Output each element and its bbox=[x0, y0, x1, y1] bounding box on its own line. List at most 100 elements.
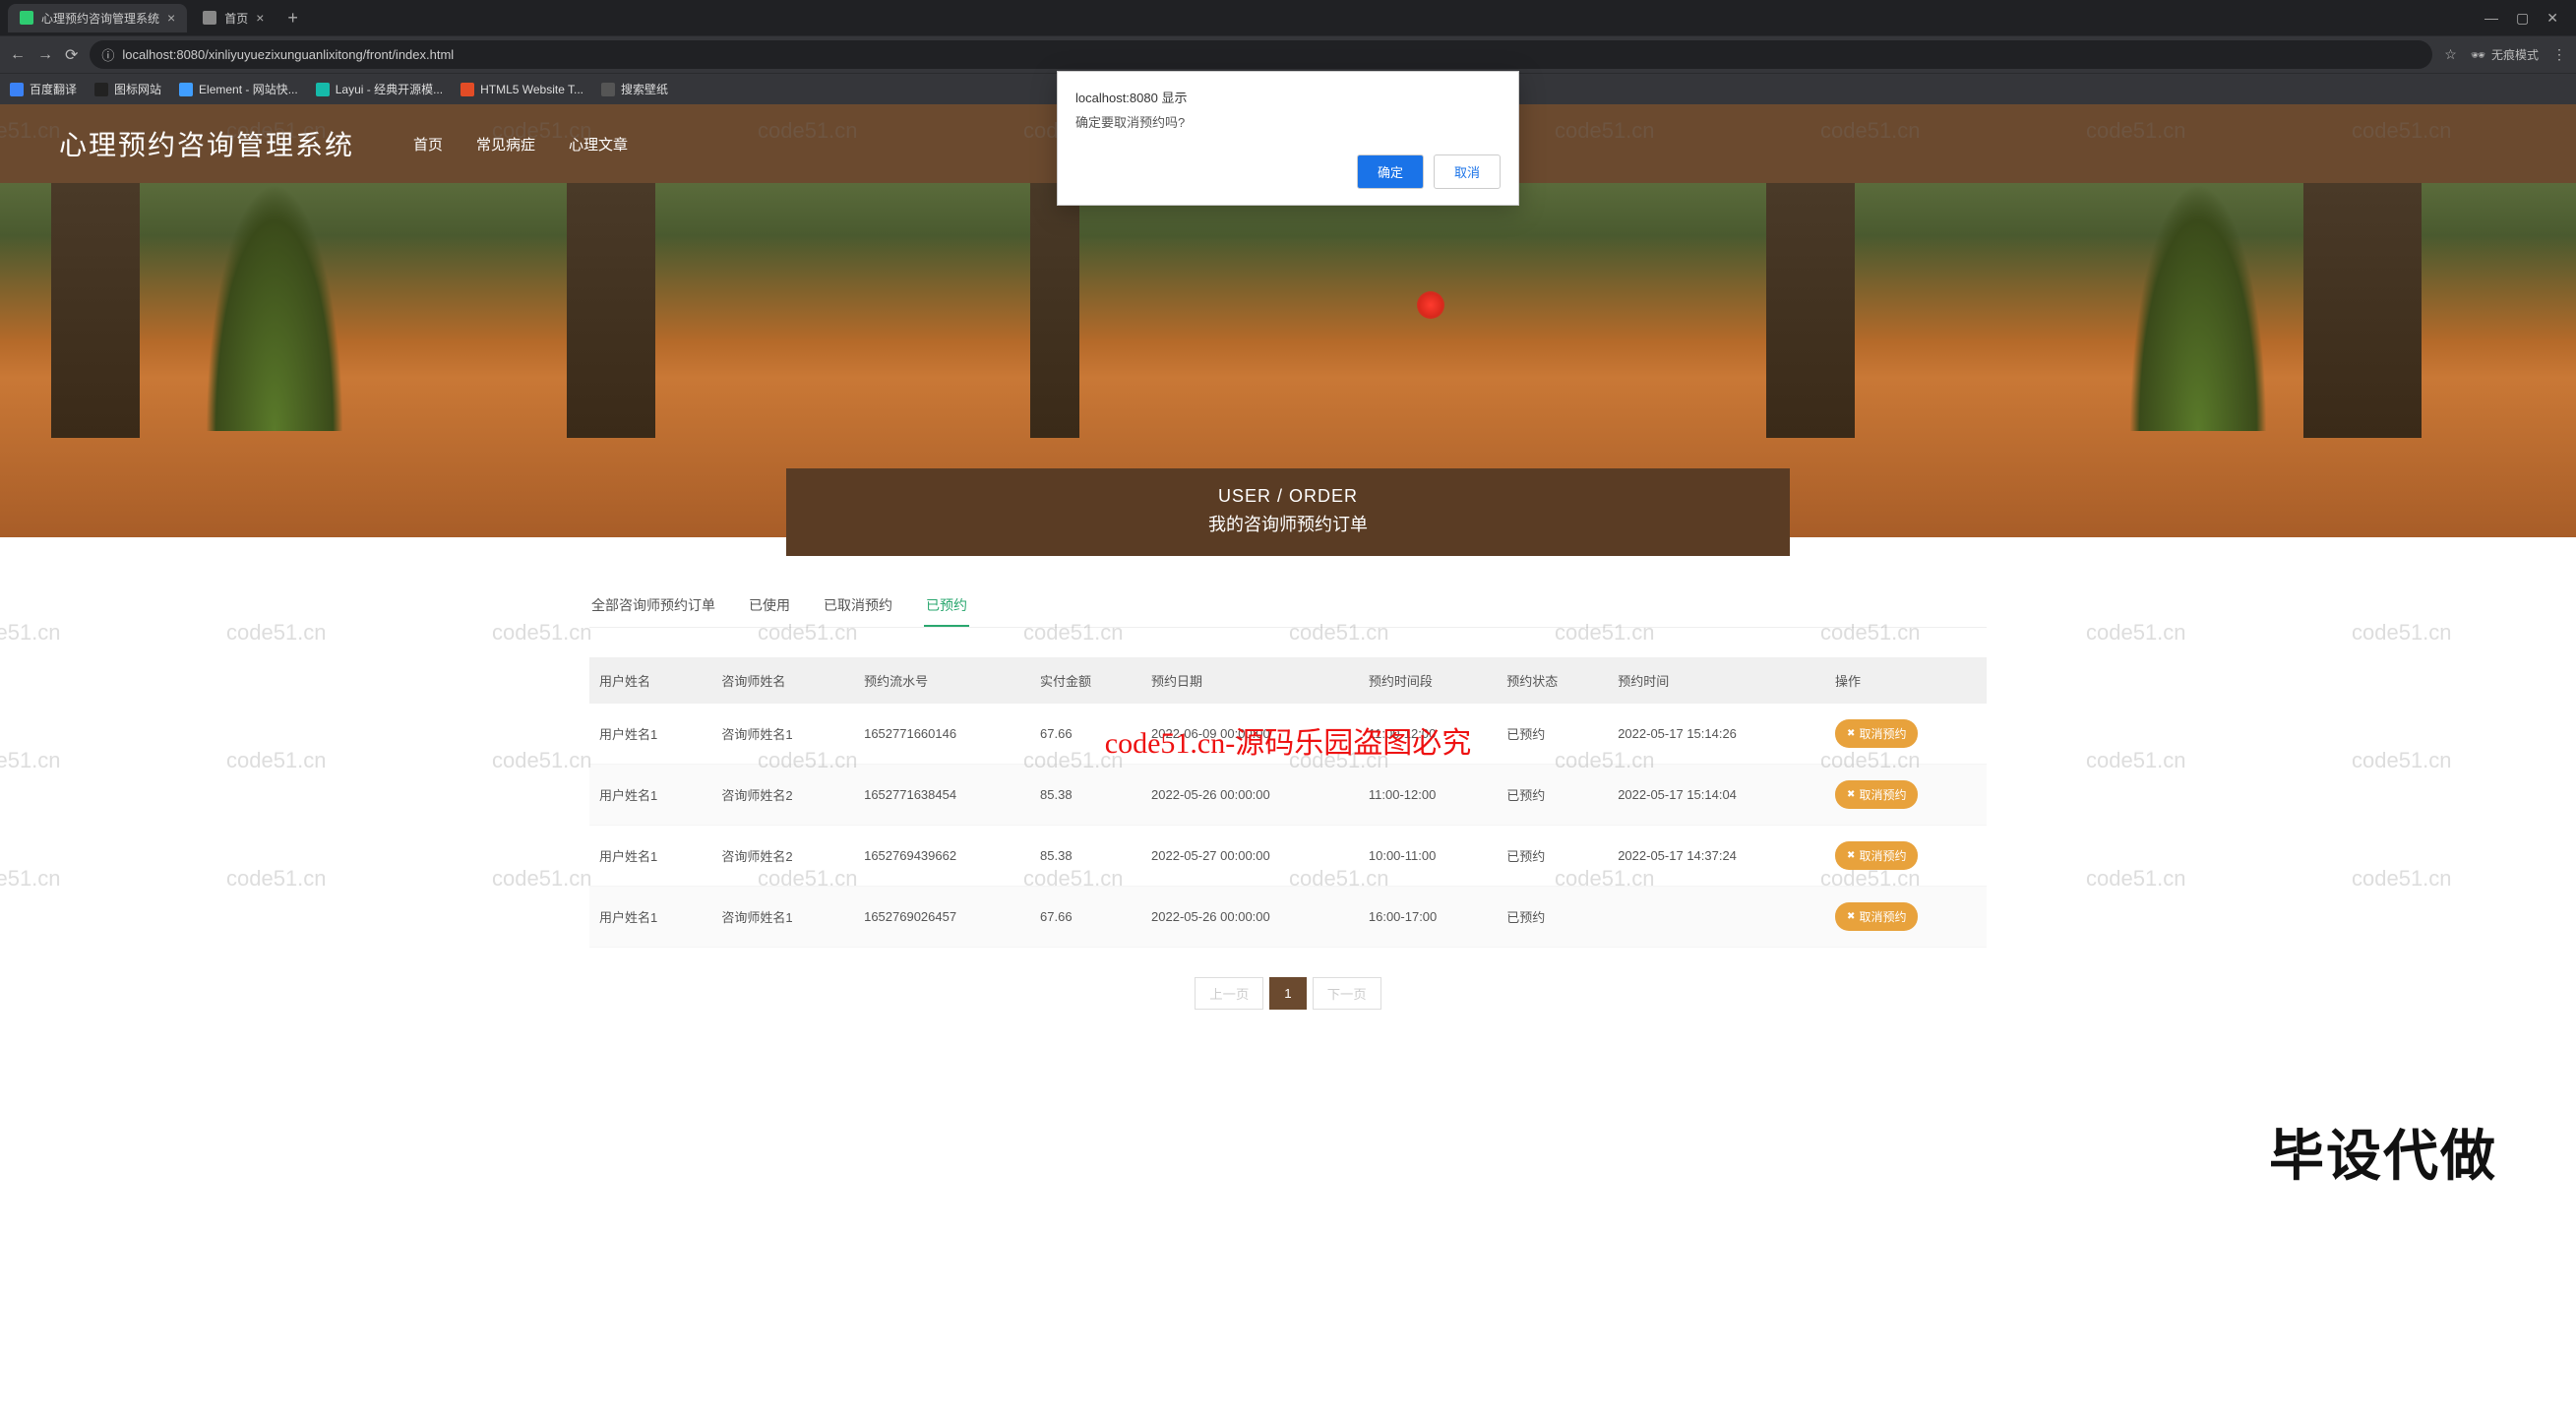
table-cell: 1652769026457 bbox=[854, 887, 1030, 948]
back-button[interactable]: ← bbox=[10, 46, 26, 64]
tab-title: 心理预约咨询管理系统 bbox=[41, 10, 159, 27]
url-field[interactable]: ⓘ localhost:8080/xinliyuyuezixunguanlixi… bbox=[90, 40, 2432, 69]
order-tab[interactable]: 已取消预约 bbox=[822, 585, 894, 627]
bookmark-item[interactable]: Layui - 经典开源模... bbox=[316, 81, 443, 97]
table-cell: 2022-05-17 15:14:26 bbox=[1608, 704, 1825, 765]
table-cell-action: 取消预约 bbox=[1825, 826, 1987, 887]
bookmark-label: Element - 网站快... bbox=[199, 81, 298, 97]
table-cell: 10:00-11:00 bbox=[1359, 826, 1497, 887]
new-tab-button[interactable]: + bbox=[279, 8, 306, 29]
window-close-icon[interactable]: ✕ bbox=[2546, 10, 2558, 27]
column-header: 预约时间 bbox=[1608, 657, 1825, 704]
column-header: 咨询师姓名 bbox=[711, 657, 854, 704]
table-cell: 用户姓名1 bbox=[589, 765, 711, 826]
table-cell: 用户姓名1 bbox=[589, 826, 711, 887]
tab-strip: 心理预约咨询管理系统 × 首页 × + — ▢ ✕ bbox=[0, 0, 2576, 35]
bookmark-item[interactable]: HTML5 Website T... bbox=[460, 83, 583, 96]
table-cell-action: 取消预约 bbox=[1825, 704, 1987, 765]
bookmark-item[interactable]: 百度翻译 bbox=[10, 81, 77, 97]
table-cell: 2022-05-17 14:37:24 bbox=[1608, 826, 1825, 887]
dialog-message: 确定要取消预约吗? bbox=[1075, 112, 1501, 131]
window-maximize-icon[interactable]: ▢ bbox=[2516, 10, 2529, 27]
table-cell: 2022-06-09 00:00:00 bbox=[1141, 704, 1359, 765]
forward-button[interactable]: → bbox=[37, 46, 53, 64]
table-row: 用户姓名1咨询师姓名1165276902645767.662022-05-26 … bbox=[589, 887, 1987, 948]
table-cell: 2022-05-17 15:14:04 bbox=[1608, 765, 1825, 826]
nav-links: 首页 常见病症 心理文章 bbox=[413, 134, 628, 154]
table-cell: 咨询师姓名1 bbox=[711, 704, 854, 765]
pagination: 上一页 1 下一页 bbox=[0, 977, 2576, 1010]
page-1-button[interactable]: 1 bbox=[1269, 977, 1306, 1010]
table-cell: 已预约 bbox=[1497, 704, 1608, 765]
table-cell: 85.38 bbox=[1030, 765, 1141, 826]
column-header: 操作 bbox=[1825, 657, 1987, 704]
nav-link[interactable]: 常见病症 bbox=[476, 134, 535, 154]
order-tabs-wrap: 全部咨询师预约订单已使用已取消预约已预约 bbox=[589, 585, 1987, 628]
url-text: localhost:8080/xinliyuyuezixunguanlixito… bbox=[122, 47, 454, 62]
dialog-host: localhost:8080 显示 bbox=[1075, 88, 1501, 106]
window-minimize-icon[interactable]: — bbox=[2484, 10, 2498, 27]
bookmark-item[interactable]: 图标网站 bbox=[94, 81, 161, 97]
dialog-ok-button[interactable]: 确定 bbox=[1357, 154, 1424, 189]
browser-tab[interactable]: 首页 × bbox=[191, 4, 276, 32]
table-cell: 已预约 bbox=[1497, 826, 1608, 887]
table-cell: 11:00-12:00 bbox=[1359, 704, 1497, 765]
column-header: 预约流水号 bbox=[854, 657, 1030, 704]
nav-link[interactable]: 心理文章 bbox=[569, 134, 628, 154]
table-cell: 1652769439662 bbox=[854, 826, 1030, 887]
bookmark-icon bbox=[94, 83, 108, 96]
table-cell: 咨询师姓名2 bbox=[711, 826, 854, 887]
order-tab[interactable]: 已预约 bbox=[924, 585, 969, 627]
table-cell: 1652771660146 bbox=[854, 704, 1030, 765]
cancel-order-button[interactable]: 取消预约 bbox=[1835, 841, 1918, 870]
cancel-order-button[interactable]: 取消预约 bbox=[1835, 902, 1918, 931]
incognito-icon: 🕶 bbox=[2471, 48, 2485, 62]
cursor-marker-icon bbox=[1417, 291, 1444, 319]
orders-table: 用户姓名咨询师姓名预约流水号实付金额预约日期预约时间段预约状态预约时间操作 用户… bbox=[589, 657, 1987, 948]
bookmark-label: HTML5 Website T... bbox=[480, 83, 583, 96]
section-title: USER / ORDER 我的咨询师预约订单 bbox=[786, 468, 1790, 556]
bookmark-label: 搜索壁纸 bbox=[621, 81, 668, 97]
info-icon: ⓘ bbox=[101, 45, 114, 64]
bookmark-item[interactable]: 搜索壁纸 bbox=[601, 81, 668, 97]
column-header: 预约时间段 bbox=[1359, 657, 1497, 704]
table-cell: 2022-05-27 00:00:00 bbox=[1141, 826, 1359, 887]
bookmark-item[interactable]: Element - 网站快... bbox=[179, 81, 298, 97]
table-cell: 67.66 bbox=[1030, 887, 1141, 948]
reload-button[interactable]: ⟳ bbox=[65, 45, 78, 65]
column-header: 预约日期 bbox=[1141, 657, 1359, 704]
order-tab[interactable]: 已使用 bbox=[747, 585, 792, 627]
tab-title: 首页 bbox=[224, 10, 248, 27]
table-cell: 已预约 bbox=[1497, 765, 1608, 826]
address-bar: ← → ⟳ ⓘ localhost:8080/xinliyuyuezixungu… bbox=[0, 35, 2576, 73]
browser-tab[interactable]: 心理预约咨询管理系统 × bbox=[8, 4, 187, 32]
bookmark-label: Layui - 经典开源模... bbox=[336, 81, 443, 97]
table-body: 用户姓名1咨询师姓名1165277166014667.662022-06-09 … bbox=[589, 704, 1987, 948]
table-header-row: 用户姓名咨询师姓名预约流水号实付金额预约日期预约时间段预约状态预约时间操作 bbox=[589, 657, 1987, 704]
confirm-dialog: localhost:8080 显示 确定要取消预约吗? 确定 取消 bbox=[1057, 71, 1519, 206]
table-cell: 咨询师姓名1 bbox=[711, 887, 854, 948]
column-header: 预约状态 bbox=[1497, 657, 1608, 704]
cancel-order-button[interactable]: 取消预约 bbox=[1835, 780, 1918, 809]
nav-link[interactable]: 首页 bbox=[413, 134, 443, 154]
bookmark-icon bbox=[601, 83, 615, 96]
table-row: 用户姓名1咨询师姓名2165276943966285.382022-05-27 … bbox=[589, 826, 1987, 887]
menu-icon[interactable]: ⋮ bbox=[2552, 46, 2566, 63]
cancel-order-button[interactable]: 取消预约 bbox=[1835, 719, 1918, 748]
order-tabs: 全部咨询师预约订单已使用已取消预约已预约 bbox=[589, 585, 1987, 628]
site-title: 心理预约咨询管理系统 bbox=[59, 124, 354, 163]
dialog-cancel-button[interactable]: 取消 bbox=[1434, 154, 1501, 189]
bookmark-label: 百度翻译 bbox=[30, 81, 77, 97]
tab-close-icon[interactable]: × bbox=[256, 10, 264, 26]
order-tab[interactable]: 全部咨询师预约订单 bbox=[589, 585, 717, 627]
incognito-badge: 🕶 无痕模式 bbox=[2471, 46, 2539, 63]
table-cell: 1652771638454 bbox=[854, 765, 1030, 826]
table-cell-action: 取消预约 bbox=[1825, 887, 1987, 948]
column-header: 用户姓名 bbox=[589, 657, 711, 704]
bookmark-icon bbox=[316, 83, 330, 96]
page-next-button[interactable]: 下一页 bbox=[1313, 977, 1381, 1010]
bookmark-icon bbox=[10, 83, 24, 96]
tab-close-icon[interactable]: × bbox=[167, 10, 175, 26]
star-icon[interactable]: ☆ bbox=[2444, 46, 2457, 63]
page-prev-button[interactable]: 上一页 bbox=[1195, 977, 1263, 1010]
